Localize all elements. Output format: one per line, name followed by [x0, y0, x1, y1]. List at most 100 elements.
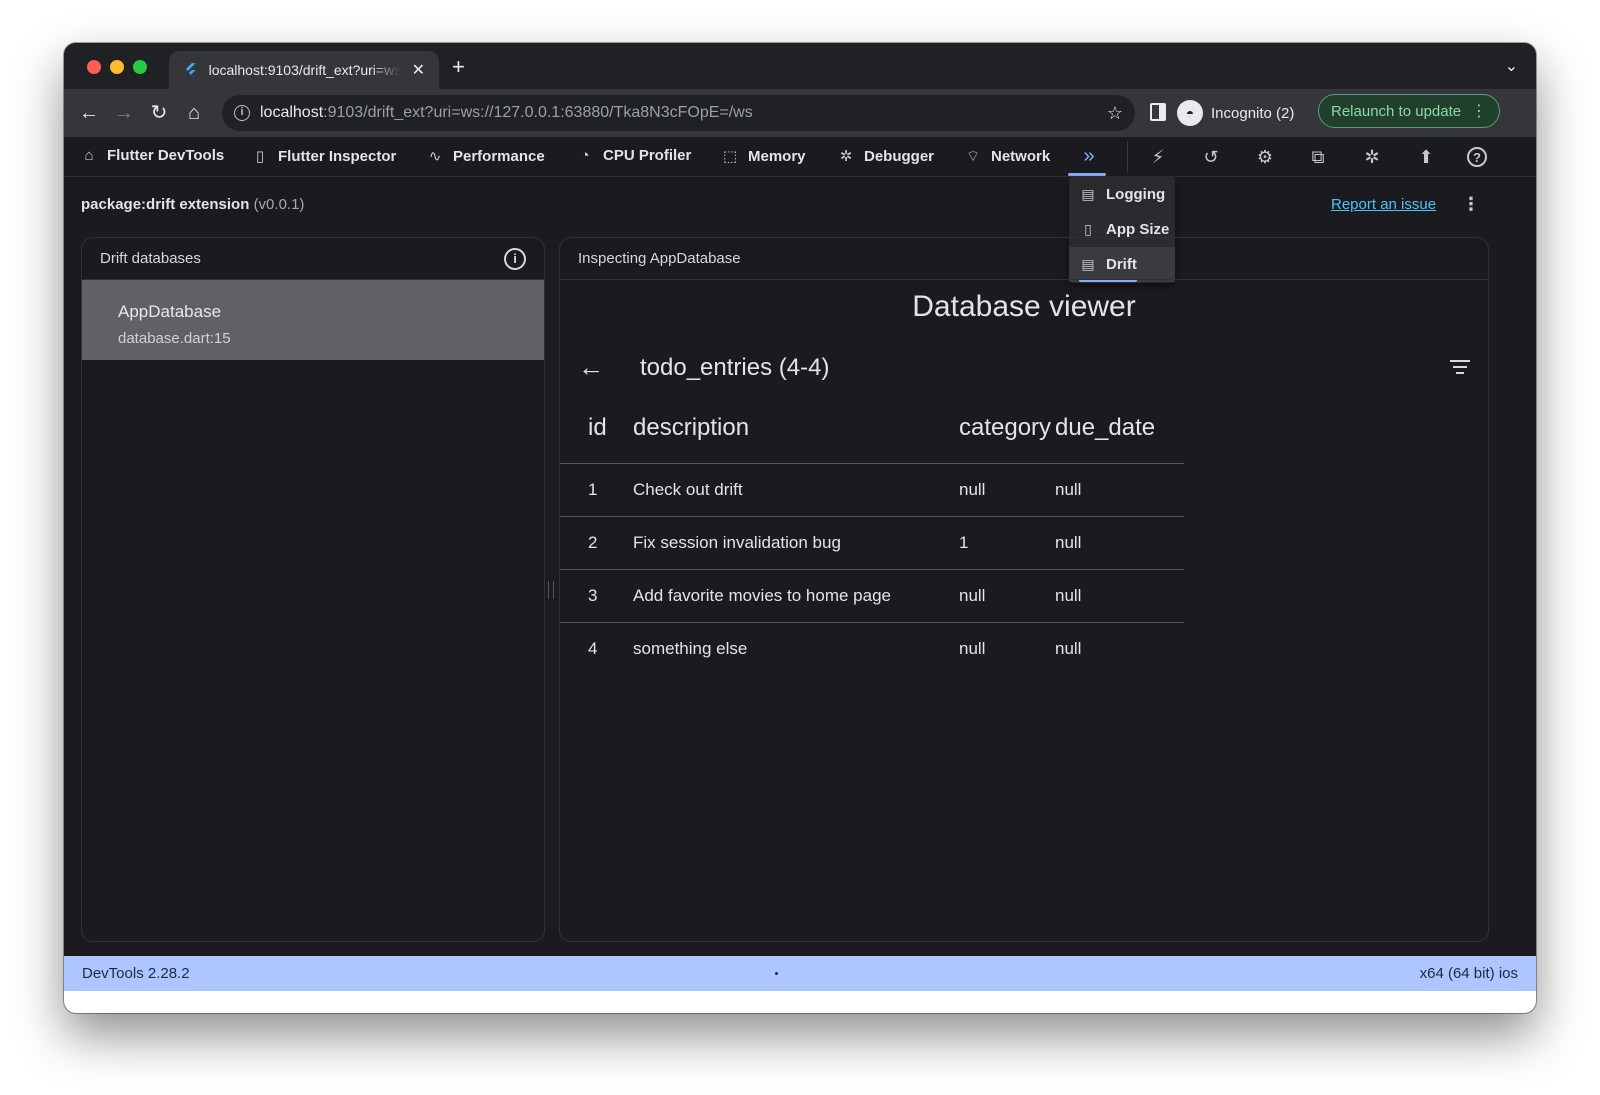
menu-item-label: Logging: [1106, 186, 1166, 203]
home-icon[interactable]: ⌂: [181, 100, 207, 126]
status-indicator: [775, 972, 778, 975]
zoom-window-button[interactable]: [133, 60, 147, 74]
site-info-icon[interactable]: i: [234, 105, 250, 121]
cell-id: 3: [560, 569, 633, 623]
cell-category: null: [959, 463, 1055, 517]
box-icon: ⬚: [722, 148, 738, 165]
bookmark-star-icon[interactable]: ☆: [1107, 103, 1123, 124]
incognito-label: Incognito (2): [1211, 104, 1295, 122]
tab-cpu-profiler[interactable]: ◔ CPU Profiler: [576, 147, 691, 164]
side-panel-icon[interactable]: [1150, 103, 1166, 121]
back-arrow-icon[interactable]: ←: [578, 352, 604, 383]
settings-icon[interactable]: ⚙: [1253, 145, 1277, 169]
viewer-title: Database viewer: [912, 290, 1136, 323]
tab-label: CPU Profiler: [603, 147, 692, 164]
tab-strip: localhost:9103/drift_ext?uri=ws://127.0.…: [64, 43, 1536, 89]
upload-icon[interactable]: ⬆: [1414, 145, 1438, 169]
table-header-row: id description category due_date: [560, 394, 1184, 464]
browser-toolbar: ← → ↻ ⌂ i localhost:9103/drift_ext?uri=w…: [64, 89, 1536, 137]
column-header-description[interactable]: description: [633, 394, 959, 464]
extension-name: package:drift extension: [81, 196, 250, 213]
bug-icon: ✲: [839, 148, 853, 165]
tab-memory[interactable]: ⬚ Memory: [721, 147, 806, 166]
cell-description: Add favorite movies to home page: [633, 569, 959, 623]
minimize-window-button[interactable]: [110, 60, 124, 74]
platform-info: x64 (64 bit) ios: [1419, 965, 1518, 982]
tab-title: localhost:9103/drift_ext?uri=ws://127.0.…: [208, 62, 400, 78]
filter-icon[interactable]: [1450, 360, 1470, 376]
database-location: database.dart:15: [118, 330, 231, 347]
extension-icon[interactable]: ⧉: [1306, 145, 1330, 169]
inspector-panel: Inspecting AppDatabase Database viewer ←…: [559, 237, 1489, 942]
incognito-indicator[interactable]: ◓ Incognito (2): [1177, 96, 1294, 130]
panel-title: Drift databases: [100, 250, 201, 267]
cell-due-date: null: [1055, 463, 1184, 517]
devtools-version: DevTools 2.28.2: [82, 965, 190, 982]
clipboard-icon: ▤: [1081, 186, 1095, 202]
tab-flutter-inspector[interactable]: ▯ Flutter Inspector: [251, 147, 397, 166]
more-tabs-icon[interactable]: »: [1075, 143, 1103, 171]
report-issue-link[interactable]: Report an issue: [1331, 196, 1436, 213]
table-row[interactable]: 4 something else null null: [560, 622, 1184, 675]
cell-id: 1: [560, 463, 633, 517]
extension-version: (v0.0.1): [253, 196, 305, 213]
table-row[interactable]: 3 Add favorite movies to home page null …: [560, 569, 1184, 623]
more-options-icon[interactable]: ⋮: [1462, 194, 1480, 215]
column-header-category[interactable]: category: [959, 394, 1055, 464]
cell-description: Fix session invalidation bug: [633, 516, 959, 570]
tab-network[interactable]: ⌔ Network: [964, 147, 1050, 166]
inspector-panel-header: Inspecting AppDatabase: [560, 238, 1488, 280]
cell-category: null: [959, 569, 1055, 623]
column-header-due-date[interactable]: due_date: [1055, 394, 1184, 464]
reload-icon[interactable]: ↻: [146, 100, 172, 126]
tab-flutter-devtools[interactable]: ⌂ Flutter DevTools: [80, 147, 224, 164]
info-icon[interactable]: i: [504, 247, 526, 270]
devtools-navbar: ⌂ Flutter DevTools ▯ Flutter Inspector ∿…: [64, 137, 1536, 177]
forward-icon[interactable]: →: [111, 100, 137, 126]
tab-close-icon[interactable]: ✕: [412, 60, 425, 80]
menu-item-logging[interactable]: ▤ Logging: [1069, 177, 1175, 212]
browser-window: localhost:9103/drift_ext?uri=ws://127.0.…: [64, 43, 1536, 1013]
debug-icon[interactable]: ✲: [1360, 145, 1384, 169]
status-bar: DevTools 2.28.2 x64 (64 bit) ios: [64, 956, 1536, 991]
database-list-item[interactable]: AppDatabase database.dart:15: [82, 280, 544, 360]
window-bottom-edge: [64, 991, 1536, 1013]
tab-performance[interactable]: ∿ Performance: [426, 147, 545, 166]
address-bar[interactable]: i localhost:9103/drift_ext?uri=ws://127.…: [222, 95, 1135, 131]
panel-title: Inspecting AppDatabase: [578, 250, 741, 267]
wifi-icon: ⌔: [965, 148, 981, 165]
tab-label: Memory: [748, 147, 806, 165]
tab-label: Flutter Inspector: [278, 147, 397, 165]
browser-menu-icon[interactable]: ⋮: [1471, 101, 1487, 121]
close-window-button[interactable]: [87, 60, 101, 74]
file-icon: ▯: [1084, 221, 1092, 237]
tab-debugger[interactable]: ✲ Debugger: [837, 147, 935, 166]
cell-description: Check out drift: [633, 463, 959, 517]
phone-icon: ▯: [255, 148, 265, 165]
cell-category: 1: [959, 516, 1055, 570]
column-header-id[interactable]: id: [560, 394, 633, 464]
help-icon[interactable]: ?: [1467, 147, 1487, 167]
cell-due-date: null: [1055, 516, 1184, 570]
lightning-icon[interactable]: ⚡: [1146, 145, 1170, 169]
tab-label: Network: [991, 148, 1051, 165]
database-name: AppDatabase: [118, 302, 222, 321]
relaunch-button[interactable]: Relaunch to update ⋮: [1318, 94, 1500, 128]
history-icon[interactable]: ↺: [1199, 145, 1223, 169]
cell-category: null: [959, 638, 986, 658]
panel-resize-handle[interactable]: [548, 581, 554, 599]
cell-description: something else: [633, 638, 748, 658]
databases-panel: Drift databases i AppDatabase database.d…: [81, 237, 545, 942]
cell-id: 4: [588, 638, 598, 658]
table-row[interactable]: 1 Check out drift null null: [560, 463, 1184, 517]
tab-label: Debugger: [864, 147, 935, 165]
pulse-icon: ∿: [428, 148, 442, 165]
back-icon[interactable]: ←: [76, 100, 102, 126]
databases-panel-header: Drift databases i: [82, 238, 544, 280]
browser-tab-active[interactable]: localhost:9103/drift_ext?uri=ws://127.0.…: [169, 51, 439, 89]
tab-search-icon[interactable]: ⌄: [1505, 56, 1518, 76]
flutter-logo-icon: [185, 63, 196, 77]
table-row[interactable]: 2 Fix session invalidation bug 1 null: [560, 516, 1184, 570]
window-controls: [87, 60, 147, 74]
new-tab-button[interactable]: +: [452, 54, 465, 80]
